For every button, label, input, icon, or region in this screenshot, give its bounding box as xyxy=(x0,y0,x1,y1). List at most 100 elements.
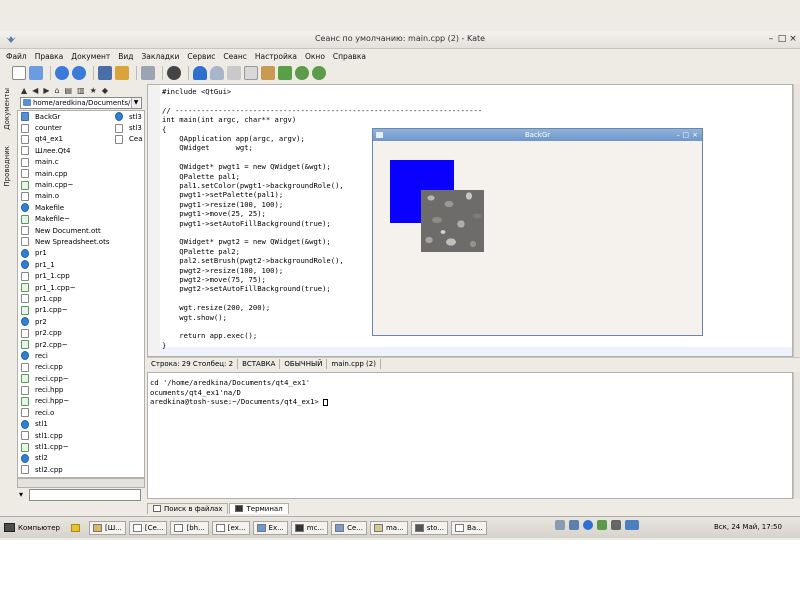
file-list-item[interactable]: Шлее.Qt4 xyxy=(18,145,109,156)
filter-input[interactable] xyxy=(29,489,141,501)
up-arrow-icon[interactable]: ▲ xyxy=(21,86,27,95)
file-list-item[interactable]: main.c xyxy=(18,157,109,168)
selection-mode[interactable]: ОБЫЧНЫЙ xyxy=(280,358,328,369)
backgr-window[interactable]: BackGr – □ × xyxy=(372,128,703,336)
taskbar-task[interactable]: [Ш... xyxy=(88,520,126,535)
file-list-item[interactable]: Сеа xyxy=(112,134,142,145)
find-icon[interactable] xyxy=(278,66,292,80)
sync-icon[interactable]: ◆ xyxy=(102,86,108,95)
start-menu-button[interactable]: Компьютер xyxy=(4,523,60,532)
back-icon[interactable] xyxy=(55,66,69,80)
detail-view-icon[interactable]: ▤ xyxy=(65,86,73,95)
tab-terminal[interactable]: Терминал xyxy=(229,502,289,514)
file-list-item[interactable]: reci.cpp~ xyxy=(18,373,109,384)
file-list-item[interactable]: stl3 xyxy=(112,111,142,122)
file-list-item[interactable]: main.cpp xyxy=(18,168,109,179)
zoom-out-icon[interactable] xyxy=(312,66,326,80)
zoom-in-icon[interactable] xyxy=(295,66,309,80)
file-list-item[interactable]: stl1.cpp~ xyxy=(18,441,109,452)
file-list-item[interactable]: pr1_1 xyxy=(18,259,109,270)
file-list-item[interactable]: stl1.cpp xyxy=(18,430,109,441)
menu-view[interactable]: Вид xyxy=(118,52,133,61)
display-icon[interactable] xyxy=(625,520,639,530)
file-list-item[interactable]: pr1_1.cpp xyxy=(18,270,109,281)
save-as-icon[interactable] xyxy=(115,66,129,80)
file-list-item[interactable]: stl1 xyxy=(18,419,109,430)
menu-bookmarks[interactable]: Закладки xyxy=(141,52,179,61)
menu-edit[interactable]: Правка xyxy=(35,52,64,61)
home-icon[interactable]: ⌂ xyxy=(54,86,59,95)
window-titlebar[interactable]: Сеанс по умолчанию: main.cpp (2) - Kate … xyxy=(0,31,800,49)
taskbar-task[interactable]: [bh... xyxy=(170,520,209,535)
menu-session[interactable]: Сеанс xyxy=(223,52,246,61)
volume-icon[interactable] xyxy=(611,520,621,530)
taskbar-task[interactable]: [ex... xyxy=(211,520,250,535)
horizontal-scrollbar[interactable] xyxy=(17,478,145,488)
file-list-item[interactable]: pr1.cpp xyxy=(18,293,109,304)
redo-icon[interactable] xyxy=(210,66,224,80)
file-list-item[interactable]: pr2.cpp~ xyxy=(18,339,109,350)
copy-icon[interactable] xyxy=(244,66,258,80)
file-list-item[interactable]: stl3 xyxy=(112,122,142,133)
file-list-item[interactable]: pr1_1.cpp~ xyxy=(18,282,109,293)
pencil-launcher-icon[interactable] xyxy=(68,521,86,535)
close-document-icon[interactable] xyxy=(167,66,181,80)
tab-find-in-files[interactable]: Поиск в файлах xyxy=(147,502,229,514)
file-list-item[interactable]: main.cpp~ xyxy=(18,179,109,190)
open-icon[interactable] xyxy=(29,66,43,80)
file-list-item[interactable]: Makefile xyxy=(18,202,109,213)
file-list-item[interactable]: counter xyxy=(18,122,109,133)
battery-icon[interactable] xyxy=(597,520,607,530)
file-list-item[interactable]: qt4_ex1 xyxy=(18,134,109,145)
close-button[interactable]: × xyxy=(788,33,798,45)
taskbar-task[interactable]: ma... xyxy=(369,520,408,535)
path-combobox[interactable]: home/aredkina/Documents/ ▼ xyxy=(20,97,142,109)
wifi-icon[interactable] xyxy=(569,520,579,530)
paste-icon[interactable] xyxy=(261,66,275,80)
file-list-item[interactable]: stl2 xyxy=(18,453,109,464)
backgr-maximize-button[interactable]: □ xyxy=(682,129,689,141)
new-document-icon[interactable] xyxy=(12,66,26,80)
back-arrow-icon[interactable]: ◀ xyxy=(32,86,38,95)
file-list-item[interactable]: pr2.cpp xyxy=(18,327,109,338)
cut-icon[interactable] xyxy=(227,66,241,80)
menu-document[interactable]: Документ xyxy=(71,52,110,61)
print-icon[interactable] xyxy=(141,66,155,80)
minimize-button[interactable]: – xyxy=(766,33,776,45)
clock[interactable]: Вск, 24 Май, 17:50 xyxy=(714,523,782,531)
file-list-item[interactable]: pr2 xyxy=(18,316,109,327)
forward-arrow-icon[interactable]: ▶ xyxy=(43,86,49,95)
taskbar-task[interactable]: Се... xyxy=(331,520,367,535)
file-list-item[interactable]: Makefile~ xyxy=(18,214,109,225)
editor-vertical-scrollbar[interactable] xyxy=(793,84,800,357)
forward-icon[interactable] xyxy=(72,66,86,80)
file-list-item[interactable]: reci.cpp xyxy=(18,362,109,373)
taskbar-task[interactable]: Ex... xyxy=(252,520,288,535)
short-view-icon[interactable]: ▥ xyxy=(77,86,85,95)
file-list-item[interactable]: reci.hpp~ xyxy=(18,396,109,407)
network-icon[interactable] xyxy=(555,520,565,530)
backgr-titlebar[interactable]: BackGr – □ × xyxy=(373,129,702,141)
tab-documents[interactable]: Документы xyxy=(3,88,13,130)
backgr-close-button[interactable]: × xyxy=(692,129,698,141)
insert-mode[interactable]: ВСТАВКА xyxy=(238,358,281,369)
file-list-item[interactable]: BackGr xyxy=(18,111,109,122)
taskbar-task[interactable]: sto... xyxy=(410,520,449,535)
file-list-item[interactable]: reci.o xyxy=(18,407,109,418)
terminal-vertical-scrollbar[interactable] xyxy=(793,372,800,499)
bookmark-star-icon[interactable]: ★ xyxy=(90,86,97,95)
bluetooth-icon[interactable] xyxy=(583,520,593,530)
undo-icon[interactable] xyxy=(193,66,207,80)
file-list-item[interactable]: pr1 xyxy=(18,248,109,259)
file-list-item[interactable]: reci.hpp xyxy=(18,384,109,395)
file-list-item[interactable]: stl2.cpp xyxy=(18,464,109,475)
taskbar-task[interactable]: mc... xyxy=(290,520,329,535)
chevron-down-icon[interactable]: ▼ xyxy=(131,98,140,108)
terminal-panel[interactable]: cd '/home/aredkina/Documents/qt4_ex1' oc… xyxy=(147,372,793,499)
menu-settings[interactable]: Настройка xyxy=(255,52,297,61)
file-list-item[interactable]: pr1.cpp~ xyxy=(18,305,109,316)
file-list-item[interactable]: reci xyxy=(18,350,109,361)
menu-window[interactable]: Окно xyxy=(305,52,325,61)
file-list-item[interactable]: main.o xyxy=(18,191,109,202)
maximize-button[interactable]: □ xyxy=(777,33,787,45)
